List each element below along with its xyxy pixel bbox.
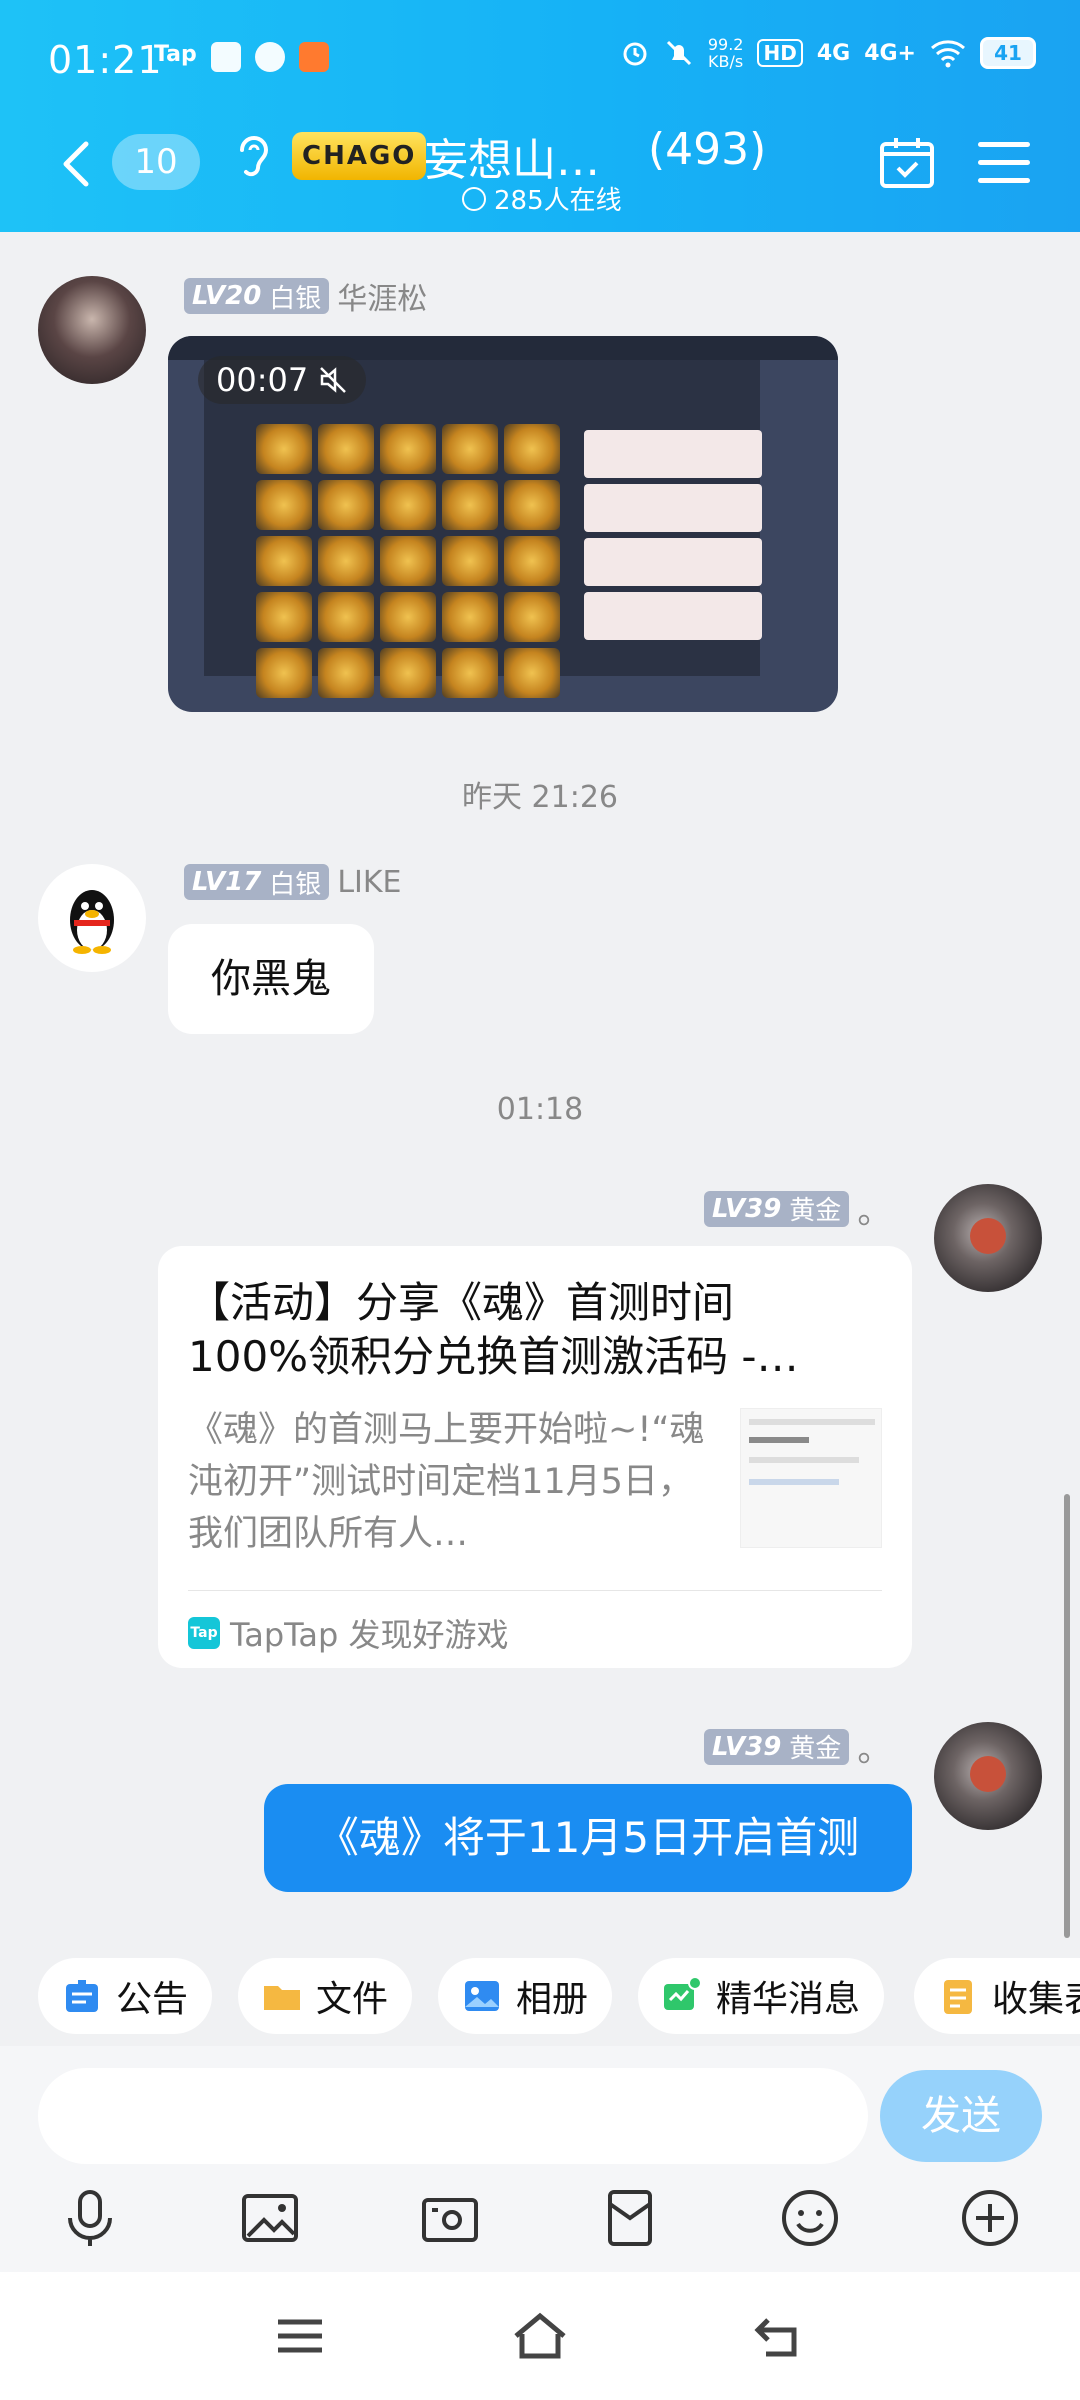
signal-4g-icon: 4G	[816, 40, 851, 66]
level-badge: LV39 黄金	[704, 1190, 850, 1227]
quick-action-announcement[interactable]: 公告	[38, 1958, 213, 2034]
hd-voice-icon: HD	[757, 39, 803, 67]
calendar-check-icon[interactable]	[878, 136, 936, 190]
back-nav-icon[interactable]	[750, 2310, 810, 2362]
share-card[interactable]: 【活动】分享《魂》首测时间100%领积分兑换首测激活码 -… 《魂》的首测马上要…	[158, 1246, 912, 1668]
unread-count-badge[interactable]: 10	[112, 134, 200, 190]
essence-icon	[664, 1976, 702, 2010]
system-navigation-bar	[0, 2272, 1080, 2400]
back-button[interactable]	[56, 136, 96, 192]
sender-name: 华涯松	[337, 282, 428, 317]
net-speed: 99.2 KB/s	[707, 35, 744, 71]
menu-icon[interactable]	[978, 142, 1030, 186]
card-title: 【活动】分享《魂》首测时间100%领积分兑换首测激活码 -…	[188, 1278, 799, 1381]
sender-info: LV39 黄金 。	[704, 1184, 891, 1233]
red-packet-icon[interactable]	[598, 2186, 662, 2250]
level-badge: LV39 黄金	[704, 1728, 850, 1765]
sender-info: LV17 白银 LIKE	[184, 864, 402, 900]
group-title[interactable]: 妄想山…	[424, 124, 600, 188]
microphone-icon[interactable]	[58, 2186, 122, 2250]
sender-avatar[interactable]	[38, 276, 146, 384]
card-description: 《魂》的首测马上要开始啦~!“魂沌初开”测试时间定档11月5日，我们团队所有人…	[188, 1410, 705, 1554]
app2-notification-icon	[298, 42, 329, 72]
announcement-icon	[66, 1980, 98, 2012]
quick-action-form[interactable]: 收集表	[914, 1958, 1080, 2034]
online-status: 285人在线	[462, 180, 622, 217]
home-icon[interactable]	[510, 2310, 570, 2362]
qq-penguin-icon	[70, 890, 114, 954]
message-timestamp: 昨天 21:26	[462, 780, 618, 815]
online-count: 285人在线	[494, 186, 622, 216]
plus-icon[interactable]	[958, 2186, 1022, 2250]
message-bubble[interactable]: 你黑鬼	[168, 924, 374, 1034]
taptap-notification-icon: Tap	[154, 42, 197, 67]
online-check-icon	[462, 186, 486, 211]
message-text: 你黑鬼	[211, 956, 331, 1002]
send-button[interactable]: 发送	[880, 2070, 1042, 2162]
quick-action-files[interactable]: 文件	[238, 1958, 413, 2034]
album-icon	[465, 1981, 499, 2011]
system-status-icons: 99.2 KB/s HD 4G 4G+ 41	[620, 36, 1036, 70]
composer: 发送	[0, 2046, 1080, 2186]
sender-name: 。	[857, 1730, 892, 1770]
quick-action-album[interactable]: 相册	[438, 1958, 613, 2034]
recent-apps-icon[interactable]	[270, 2310, 330, 2362]
card-source: Tap TapTap 发现好游戏	[188, 1610, 509, 1656]
battery-icon: 41	[980, 37, 1036, 69]
check-notification-icon	[254, 42, 285, 72]
back-arrow-icon	[63, 141, 89, 187]
my-message-bubble[interactable]: 《魂》将于11月5日开启首测	[264, 1784, 912, 1892]
ear-icon[interactable]	[232, 128, 272, 184]
muted-speaker-icon	[320, 367, 347, 393]
notification-icons: Tap	[154, 42, 329, 72]
nav-row: 10 CHAGO 妄想山… (493) 285人在线	[0, 120, 1080, 232]
level-badge: LV17 白银	[184, 864, 330, 900]
sender-name: LIKE	[337, 864, 402, 900]
video-duration: 00:07	[198, 356, 367, 404]
group-logo: CHAGO	[292, 132, 427, 180]
form-icon	[944, 1980, 972, 2014]
input-toolbar	[0, 2186, 1080, 2272]
sender-info: LV39 黄金 。	[704, 1722, 891, 1771]
chat-header: 01:21 Tap 99.2 KB/s HD 4G 4G+ 41 10 CHAGO…	[0, 0, 1080, 232]
emoji-icon[interactable]	[778, 2186, 842, 2250]
quick-actions-bar: 公告 文件 相册 精华消息 收集表	[0, 1946, 1080, 2046]
quick-action-essence[interactable]: 精华消息	[638, 1958, 885, 2034]
camera-icon[interactable]	[418, 2186, 482, 2250]
my-avatar[interactable]	[934, 1722, 1042, 1830]
member-count: (493)	[648, 124, 767, 175]
my-avatar[interactable]	[934, 1184, 1042, 1292]
folder-icon	[264, 1986, 300, 2010]
video-message[interactable]: 00:07	[168, 336, 838, 712]
taptap-logo-icon: Tap	[188, 1617, 220, 1649]
mute-icon	[666, 40, 691, 66]
scrollbar[interactable]	[1064, 1494, 1070, 1938]
sender-avatar[interactable]	[38, 864, 146, 972]
photo-icon[interactable]	[238, 2186, 302, 2250]
sender-info: LV20 白银 华涯松	[184, 274, 427, 318]
card-thumbnail	[740, 1408, 882, 1548]
message-timestamp: 01:18	[496, 1092, 584, 1127]
sender-name: 。	[857, 1192, 892, 1232]
signal-4g-plus-icon: 4G+	[864, 40, 916, 66]
level-badge: LV20 白银	[184, 278, 330, 314]
app-notification-icon	[210, 42, 241, 72]
wifi-icon	[931, 40, 965, 68]
video-thumbnail	[204, 360, 762, 698]
status-time: 01:21	[48, 38, 163, 82]
message-input[interactable]	[38, 2068, 868, 2164]
status-bar: 01:21 Tap 99.2 KB/s HD 4G 4G+ 41	[0, 0, 1080, 120]
alarm-icon	[623, 42, 647, 66]
